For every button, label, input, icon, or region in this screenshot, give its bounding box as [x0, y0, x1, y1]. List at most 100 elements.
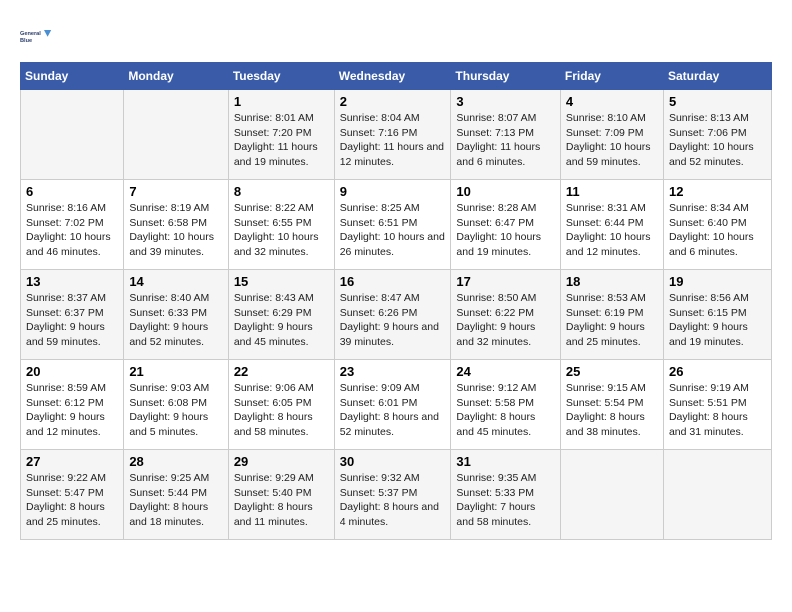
day-number: 19: [669, 274, 766, 289]
day-number: 5: [669, 94, 766, 109]
calendar-cell: 24 Sunrise: 9:12 AMSunset: 5:58 PMDayligh…: [451, 360, 561, 450]
day-info: Sunrise: 8:53 AMSunset: 6:19 PMDaylight:…: [566, 291, 658, 350]
calendar-cell: [124, 90, 228, 180]
day-info: Sunrise: 8:10 AMSunset: 7:09 PMDaylight:…: [566, 111, 658, 170]
calendar-cell: 19 Sunrise: 8:56 AMSunset: 6:15 PMDayligh…: [663, 270, 771, 360]
header-cell-sunday: Sunday: [21, 63, 124, 90]
day-number: 26: [669, 364, 766, 379]
calendar-cell: 20Sunrise: 8:59 AMSunset: 6:12 PMDayligh…: [21, 360, 124, 450]
day-number: 2: [340, 94, 446, 109]
day-info: Sunrise: 8:07 AMSunset: 7:13 PMDaylight:…: [456, 111, 555, 170]
calendar-cell: 11 Sunrise: 8:31 AMSunset: 6:44 PMDayligh…: [560, 180, 663, 270]
day-info: Sunrise: 8:22 AMSunset: 6:55 PMDaylight:…: [234, 201, 329, 260]
header-row: SundayMondayTuesdayWednesdayThursdayFrid…: [21, 63, 772, 90]
calendar-week-2: 6 Sunrise: 8:16 AMSunset: 7:02 PMDaylight…: [21, 180, 772, 270]
day-info: Sunrise: 9:09 AMSunset: 6:01 PMDaylight:…: [340, 381, 446, 440]
day-info: Sunrise: 8:19 AMSunset: 6:58 PMDaylight:…: [129, 201, 222, 260]
day-info: Sunrise: 9:25 AMSunset: 5:44 PMDaylight:…: [129, 471, 222, 530]
day-number: 17: [456, 274, 555, 289]
day-number: 6: [26, 184, 118, 199]
day-info: Sunrise: 8:37 AMSunset: 6:37 PMDaylight:…: [26, 291, 118, 350]
calendar-cell: 2 Sunrise: 8:04 AMSunset: 7:16 PMDaylight…: [334, 90, 451, 180]
calendar-cell: 15 Sunrise: 8:43 AMSunset: 6:29 PMDayligh…: [228, 270, 334, 360]
day-number: 9: [340, 184, 446, 199]
logo-icon: GeneralBlue: [20, 20, 52, 52]
day-number: 24: [456, 364, 555, 379]
day-info: Sunrise: 9:35 AMSunset: 5:33 PMDaylight:…: [456, 471, 555, 530]
day-number: 30: [340, 454, 446, 469]
day-number: 31: [456, 454, 555, 469]
calendar-cell: 26 Sunrise: 9:19 AMSunset: 5:51 PMDayligh…: [663, 360, 771, 450]
day-number: 7: [129, 184, 222, 199]
day-number: 22: [234, 364, 329, 379]
day-number: 15: [234, 274, 329, 289]
day-info: Sunrise: 8:04 AMSunset: 7:16 PMDaylight:…: [340, 111, 446, 170]
day-number: 28: [129, 454, 222, 469]
day-number: 29: [234, 454, 329, 469]
day-info: Sunrise: 8:16 AMSunset: 7:02 PMDaylight:…: [26, 201, 118, 260]
day-number: 20: [26, 364, 118, 379]
day-info: Sunrise: 9:15 AMSunset: 5:54 PMDaylight:…: [566, 381, 658, 440]
day-number: 14: [129, 274, 222, 289]
calendar-cell: 23Sunrise: 9:09 AMSunset: 6:01 PMDayligh…: [334, 360, 451, 450]
day-info: Sunrise: 8:28 AMSunset: 6:47 PMDaylight:…: [456, 201, 555, 260]
day-info: Sunrise: 8:31 AMSunset: 6:44 PMDaylight:…: [566, 201, 658, 260]
day-number: 21: [129, 364, 222, 379]
calendar-cell: [560, 450, 663, 540]
calendar-week-5: 27Sunrise: 9:22 AMSunset: 5:47 PMDayligh…: [21, 450, 772, 540]
calendar-header: SundayMondayTuesdayWednesdayThursdayFrid…: [21, 63, 772, 90]
day-info: Sunrise: 8:40 AMSunset: 6:33 PMDaylight:…: [129, 291, 222, 350]
day-number: 8: [234, 184, 329, 199]
header-cell-monday: Monday: [124, 63, 228, 90]
page-header: GeneralBlue: [20, 20, 772, 52]
calendar-week-1: 1 Sunrise: 8:01 AMSunset: 7:20 PMDaylight…: [21, 90, 772, 180]
day-info: Sunrise: 9:19 AMSunset: 5:51 PMDaylight:…: [669, 381, 766, 440]
day-info: Sunrise: 9:03 AMSunset: 6:08 PMDaylight:…: [129, 381, 222, 440]
day-info: Sunrise: 8:50 AMSunset: 6:22 PMDaylight:…: [456, 291, 555, 350]
day-number: 3: [456, 94, 555, 109]
calendar-cell: 22 Sunrise: 9:06 AMSunset: 6:05 PMDayligh…: [228, 360, 334, 450]
calendar-cell: 25Sunrise: 9:15 AMSunset: 5:54 PMDayligh…: [560, 360, 663, 450]
day-info: Sunrise: 9:32 AMSunset: 5:37 PMDaylight:…: [340, 471, 446, 530]
day-number: 13: [26, 274, 118, 289]
calendar-cell: 27Sunrise: 9:22 AMSunset: 5:47 PMDayligh…: [21, 450, 124, 540]
calendar-cell: 6 Sunrise: 8:16 AMSunset: 7:02 PMDaylight…: [21, 180, 124, 270]
calendar-body: 1 Sunrise: 8:01 AMSunset: 7:20 PMDaylight…: [21, 90, 772, 540]
calendar-cell: 28 Sunrise: 9:25 AMSunset: 5:44 PMDayligh…: [124, 450, 228, 540]
day-number: 4: [566, 94, 658, 109]
header-cell-tuesday: Tuesday: [228, 63, 334, 90]
header-cell-thursday: Thursday: [451, 63, 561, 90]
day-number: 1: [234, 94, 329, 109]
day-info: Sunrise: 8:01 AMSunset: 7:20 PMDaylight:…: [234, 111, 329, 170]
day-number: 11: [566, 184, 658, 199]
svg-text:Blue: Blue: [20, 38, 32, 44]
day-info: Sunrise: 8:43 AMSunset: 6:29 PMDaylight:…: [234, 291, 329, 350]
day-number: 12: [669, 184, 766, 199]
calendar-week-4: 20Sunrise: 8:59 AMSunset: 6:12 PMDayligh…: [21, 360, 772, 450]
calendar-table: SundayMondayTuesdayWednesdayThursdayFrid…: [20, 62, 772, 540]
day-info: Sunrise: 8:13 AMSunset: 7:06 PMDaylight:…: [669, 111, 766, 170]
day-info: Sunrise: 8:47 AMSunset: 6:26 PMDaylight:…: [340, 291, 446, 350]
calendar-cell: 4 Sunrise: 8:10 AMSunset: 7:09 PMDaylight…: [560, 90, 663, 180]
day-info: Sunrise: 8:56 AMSunset: 6:15 PMDaylight:…: [669, 291, 766, 350]
calendar-cell: 29 Sunrise: 9:29 AMSunset: 5:40 PMDayligh…: [228, 450, 334, 540]
calendar-cell: 18Sunrise: 8:53 AMSunset: 6:19 PMDayligh…: [560, 270, 663, 360]
day-info: Sunrise: 9:12 AMSunset: 5:58 PMDaylight:…: [456, 381, 555, 440]
calendar-cell: [21, 90, 124, 180]
calendar-cell: 7 Sunrise: 8:19 AMSunset: 6:58 PMDaylight…: [124, 180, 228, 270]
calendar-cell: 31 Sunrise: 9:35 AMSunset: 5:33 PMDayligh…: [451, 450, 561, 540]
header-cell-saturday: Saturday: [663, 63, 771, 90]
day-info: Sunrise: 9:22 AMSunset: 5:47 PMDaylight:…: [26, 471, 118, 530]
day-info: Sunrise: 9:29 AMSunset: 5:40 PMDaylight:…: [234, 471, 329, 530]
day-info: Sunrise: 9:06 AMSunset: 6:05 PMDaylight:…: [234, 381, 329, 440]
calendar-cell: 3 Sunrise: 8:07 AMSunset: 7:13 PMDaylight…: [451, 90, 561, 180]
day-info: Sunrise: 8:34 AMSunset: 6:40 PMDaylight:…: [669, 201, 766, 260]
calendar-cell: 13 Sunrise: 8:37 AMSunset: 6:37 PMDayligh…: [21, 270, 124, 360]
calendar-cell: 8 Sunrise: 8:22 AMSunset: 6:55 PMDaylight…: [228, 180, 334, 270]
header-cell-friday: Friday: [560, 63, 663, 90]
calendar-cell: 16Sunrise: 8:47 AMSunset: 6:26 PMDayligh…: [334, 270, 451, 360]
day-number: 10: [456, 184, 555, 199]
calendar-cell: 30 Sunrise: 9:32 AMSunset: 5:37 PMDayligh…: [334, 450, 451, 540]
calendar-cell: 10 Sunrise: 8:28 AMSunset: 6:47 PMDayligh…: [451, 180, 561, 270]
calendar-cell: 21 Sunrise: 9:03 AMSunset: 6:08 PMDayligh…: [124, 360, 228, 450]
